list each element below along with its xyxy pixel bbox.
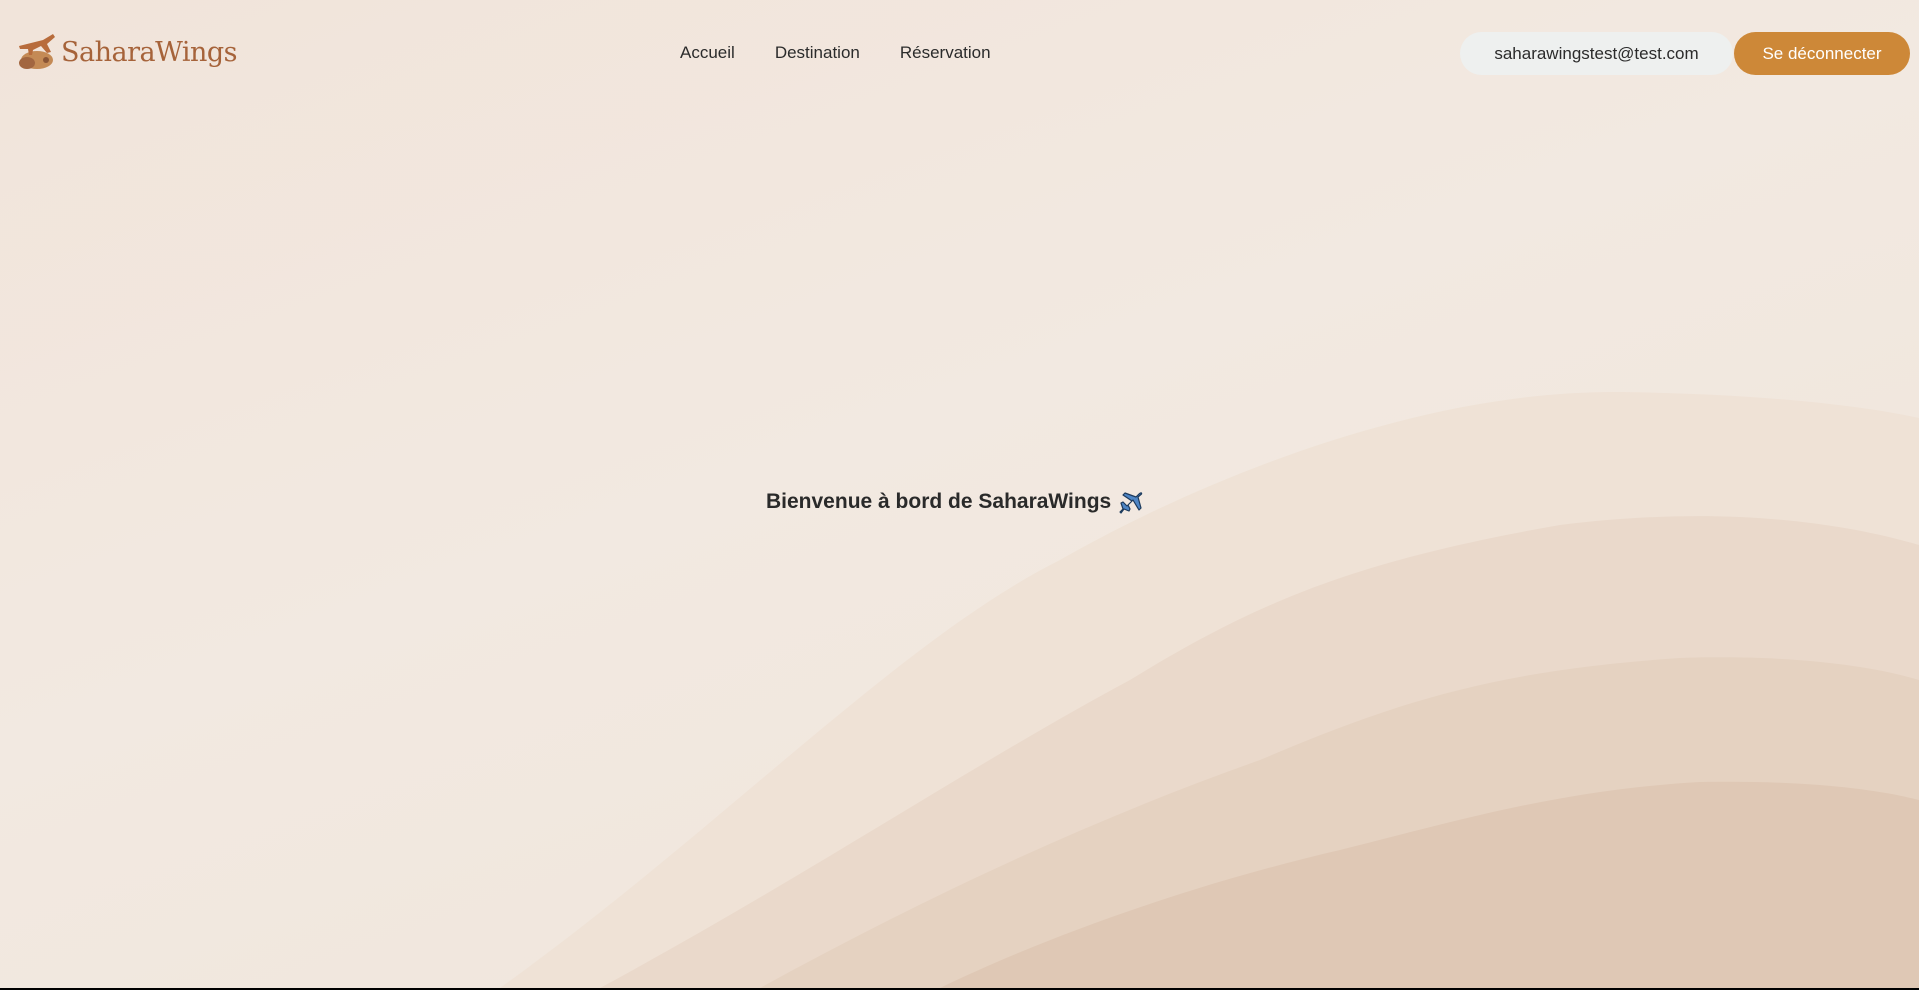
logout-button[interactable]: Se déconnecter (1734, 32, 1910, 75)
brand-logo[interactable]: SaharaWings (13, 30, 238, 74)
nav-item-destination[interactable]: Destination (775, 40, 860, 66)
site-header: SaharaWings Accueil Destination Réservat… (0, 0, 1919, 106)
page-viewport: SaharaWings Accueil Destination Réservat… (0, 0, 1919, 988)
nav-item-accueil[interactable]: Accueil (680, 40, 735, 66)
welcome-title: Bienvenue à bord de SaharaWings (766, 490, 1112, 513)
brand-name: SaharaWings (61, 36, 238, 68)
user-email-badge: saharawingstest@test.com (1460, 32, 1733, 75)
main-nav: Accueil Destination Réservation (680, 40, 991, 66)
desert-plane-logo-icon (19, 34, 55, 69)
welcome-section: Bienvenue à bord de SaharaWings (766, 488, 1143, 516)
airplane-icon (1119, 492, 1143, 514)
nav-item-reservation[interactable]: Réservation (900, 40, 991, 66)
